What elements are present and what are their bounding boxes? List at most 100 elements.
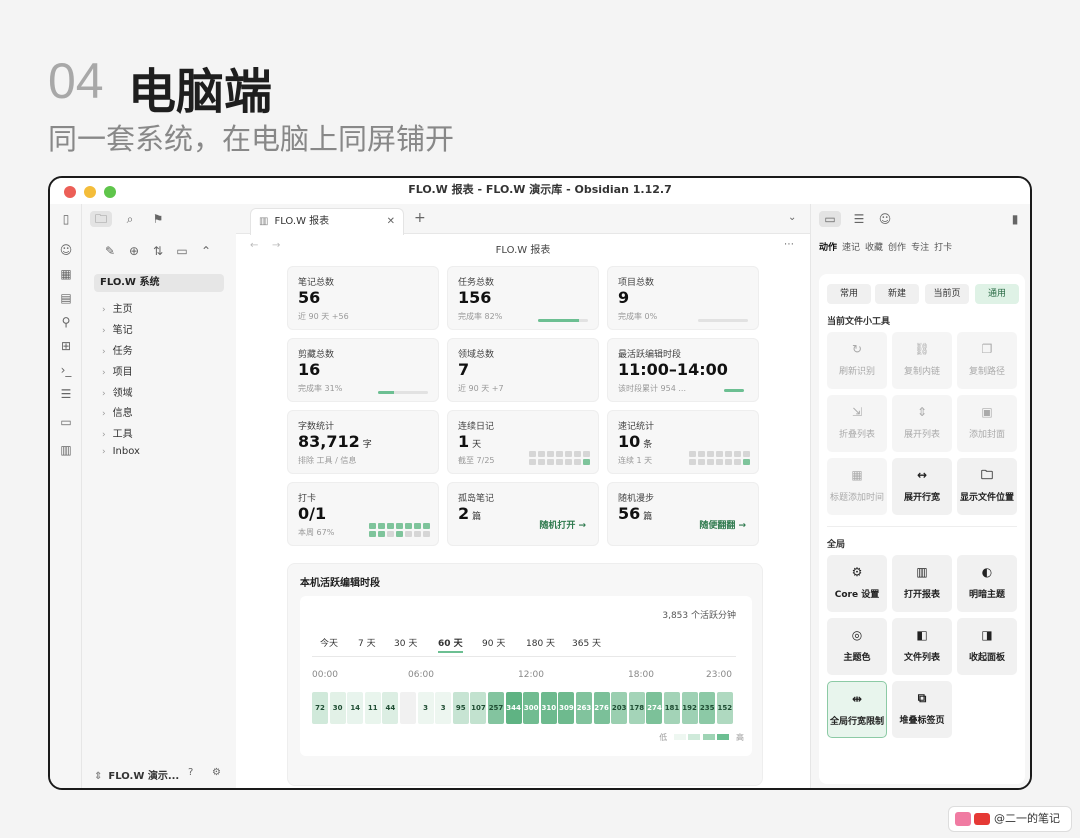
复制路径-button[interactable]: ❐ 复制路径: [957, 332, 1017, 389]
range-tab[interactable]: 180 天: [526, 636, 555, 649]
new-folder-icon[interactable]: ⊕: [124, 243, 144, 259]
file-icon[interactable]: ▤: [56, 290, 76, 306]
more-options-icon[interactable]: ⋯: [784, 239, 794, 250]
minimize-dot-icon[interactable]: [84, 186, 96, 198]
main-editor: ▥ FLO.W 报表 ✕ + ⌄ ← → FLO.W 报表 ⋯ 笔记总数 56 近…: [236, 204, 810, 788]
hour-cell: 309: [558, 692, 575, 724]
chip-new[interactable]: 新建: [875, 284, 919, 304]
presentation-tab-icon[interactable]: ▭: [819, 211, 841, 227]
checklist-icon[interactable]: ☰: [56, 386, 76, 402]
calendar-icon[interactable]: ▦: [56, 266, 76, 282]
chevron-down-icon[interactable]: ⌄: [788, 212, 796, 223]
close-dot-icon[interactable]: [64, 186, 76, 198]
hour-cell: 95: [452, 692, 469, 724]
heatmap-panel: 3,853 个活跃分钟 今天 7 天 30 天 60 天 90 天 180 天 …: [300, 596, 752, 756]
tab-quicknote[interactable]: 速记: [842, 243, 860, 253]
folder-item[interactable]: › 领域: [102, 384, 133, 399]
range-tab[interactable]: 90 天: [482, 636, 505, 649]
bookmark-icon[interactable]: ⚑: [148, 211, 168, 227]
stat-unit: 字: [362, 440, 372, 450]
random-browse-link[interactable]: 随便翻翻 →: [699, 518, 746, 531]
right-sidebar-toggle-icon[interactable]: ▮: [1005, 211, 1025, 227]
folder-item[interactable]: › 主页: [102, 300, 133, 315]
标题添加时间-button[interactable]: ▦ 标题添加时间: [827, 458, 887, 515]
展开行宽-button[interactable]: ↔ 展开行宽: [892, 458, 952, 515]
folder-item[interactable]: › 笔记: [102, 321, 133, 336]
range-tab[interactable]: 今天: [320, 636, 338, 649]
Core 设置-button[interactable]: ⚙ Core 设置: [827, 555, 887, 612]
vault-root-folder[interactable]: FLO.W 系统: [94, 274, 224, 292]
folder-icon[interactable]: 🗀: [90, 211, 112, 227]
折叠列表-button[interactable]: ⇲ 折叠列表: [827, 395, 887, 452]
folder-item[interactable]: › 任务: [102, 342, 133, 357]
stat-value: 83,712 字: [298, 432, 372, 451]
range-tab[interactable]: 365 天: [572, 636, 601, 649]
收起面板-button[interactable]: ◨ 收起面板: [957, 618, 1017, 675]
tab-favorites[interactable]: 收藏: [865, 243, 883, 253]
help-icon[interactable]: ?: [188, 767, 193, 778]
progress-fill: [538, 319, 579, 322]
stat-sub: 完成率 0%: [618, 312, 658, 321]
presentation-icon[interactable]: ▭: [56, 414, 76, 430]
terminal-icon[interactable]: ›_: [56, 362, 76, 378]
stack-icon: ⧉: [917, 691, 927, 705]
folder-label: 主页: [112, 304, 133, 315]
robot-tab-icon[interactable]: ☺: [875, 211, 895, 227]
folder-item[interactable]: › 信息: [102, 404, 133, 419]
settings-gear-icon[interactable]: ⚙: [212, 767, 221, 778]
chevron-right-icon: ›: [102, 409, 106, 419]
new-note-icon[interactable]: ✎: [100, 243, 120, 259]
stat-number: 16: [298, 360, 321, 379]
new-tab-icon[interactable]: +: [414, 210, 426, 226]
graph-icon[interactable]: ⚲: [56, 314, 76, 330]
range-tab[interactable]: 30 天: [394, 636, 417, 649]
range-tab[interactable]: 7 天: [358, 636, 376, 649]
panel-icon: ◨: [981, 628, 993, 642]
expand-all-icon[interactable]: ⌃: [196, 243, 216, 259]
堆叠标签页-button[interactable]: ⧉ 堆叠标签页: [892, 681, 952, 738]
刷新识别-button[interactable]: ↻ 刷新识别: [827, 332, 887, 389]
展开列表-button[interactable]: ⇕ 展开列表: [892, 395, 952, 452]
stat-label: 速记统计: [618, 422, 655, 432]
folder-item[interactable]: › 项目: [102, 363, 133, 378]
random-open-link[interactable]: 随机打开 →: [539, 518, 586, 531]
folder-item[interactable]: › Inbox: [102, 446, 140, 457]
明暗主题-button[interactable]: ◐ 明暗主题: [957, 555, 1017, 612]
stat-label: 笔记总数: [298, 278, 335, 288]
bar-chart-icon[interactable]: ▥: [56, 442, 76, 458]
主题色-button[interactable]: ◎ 主题色: [827, 618, 887, 675]
bilibili-icon: [955, 812, 971, 826]
close-tab-icon[interactable]: ✕: [387, 209, 395, 235]
sort-icon[interactable]: ⇅: [148, 243, 168, 259]
grid-icon[interactable]: ⊞: [56, 338, 76, 354]
chip-current-page[interactable]: 当前页: [925, 284, 969, 304]
chip-general[interactable]: 通用: [975, 284, 1019, 304]
collapse-all-icon[interactable]: ▭: [172, 243, 192, 259]
全局行宽限制-button[interactable]: ⇹ 全局行宽限制: [827, 681, 887, 738]
sidebar-toggle-icon[interactable]: ▯: [56, 211, 76, 227]
left-ribbon: ▯ ☺ ▦ ▤ ⚲ ⊞ ›_ ☰ ▭ ▥: [50, 204, 82, 788]
文件列表-button[interactable]: ◧ 文件列表: [892, 618, 952, 675]
tab-focus[interactable]: 专注: [911, 243, 929, 253]
folder-item[interactable]: › 工具: [102, 425, 133, 440]
显示文件位置-button[interactable]: 🗀 显示文件位置: [957, 458, 1017, 515]
robot-icon[interactable]: ☺: [56, 242, 76, 258]
chevron-right-icon: ›: [102, 368, 106, 378]
tab-flow-report[interactable]: ▥ FLO.W 报表 ✕: [250, 208, 404, 235]
tab-create[interactable]: 创作: [888, 243, 906, 253]
range-tab-selected[interactable]: 60 天: [438, 636, 463, 653]
stat-unit: 篇: [472, 512, 482, 522]
tab-actions[interactable]: 动作: [819, 243, 837, 253]
打开报表-button[interactable]: ▥ 打开报表: [892, 555, 952, 612]
复制内链-button[interactable]: ⛓ 复制内链: [892, 332, 952, 389]
添加封面-button[interactable]: ▣ 添加封面: [957, 395, 1017, 452]
stat-card: 领域总数 7 近 90 天 +7: [447, 338, 599, 402]
stat-value: 56 篇: [618, 504, 652, 523]
list-tab-icon[interactable]: ☰: [849, 211, 869, 227]
stat-number: 10: [618, 432, 641, 451]
chip-common[interactable]: 常用: [827, 284, 871, 304]
maximize-dot-icon[interactable]: [104, 186, 116, 198]
search-icon[interactable]: ⌕: [120, 211, 140, 227]
vault-switcher[interactable]: ⇕ FLO.W 演示... ? ⚙: [94, 767, 234, 783]
tab-checkin[interactable]: 打卡: [934, 243, 952, 253]
